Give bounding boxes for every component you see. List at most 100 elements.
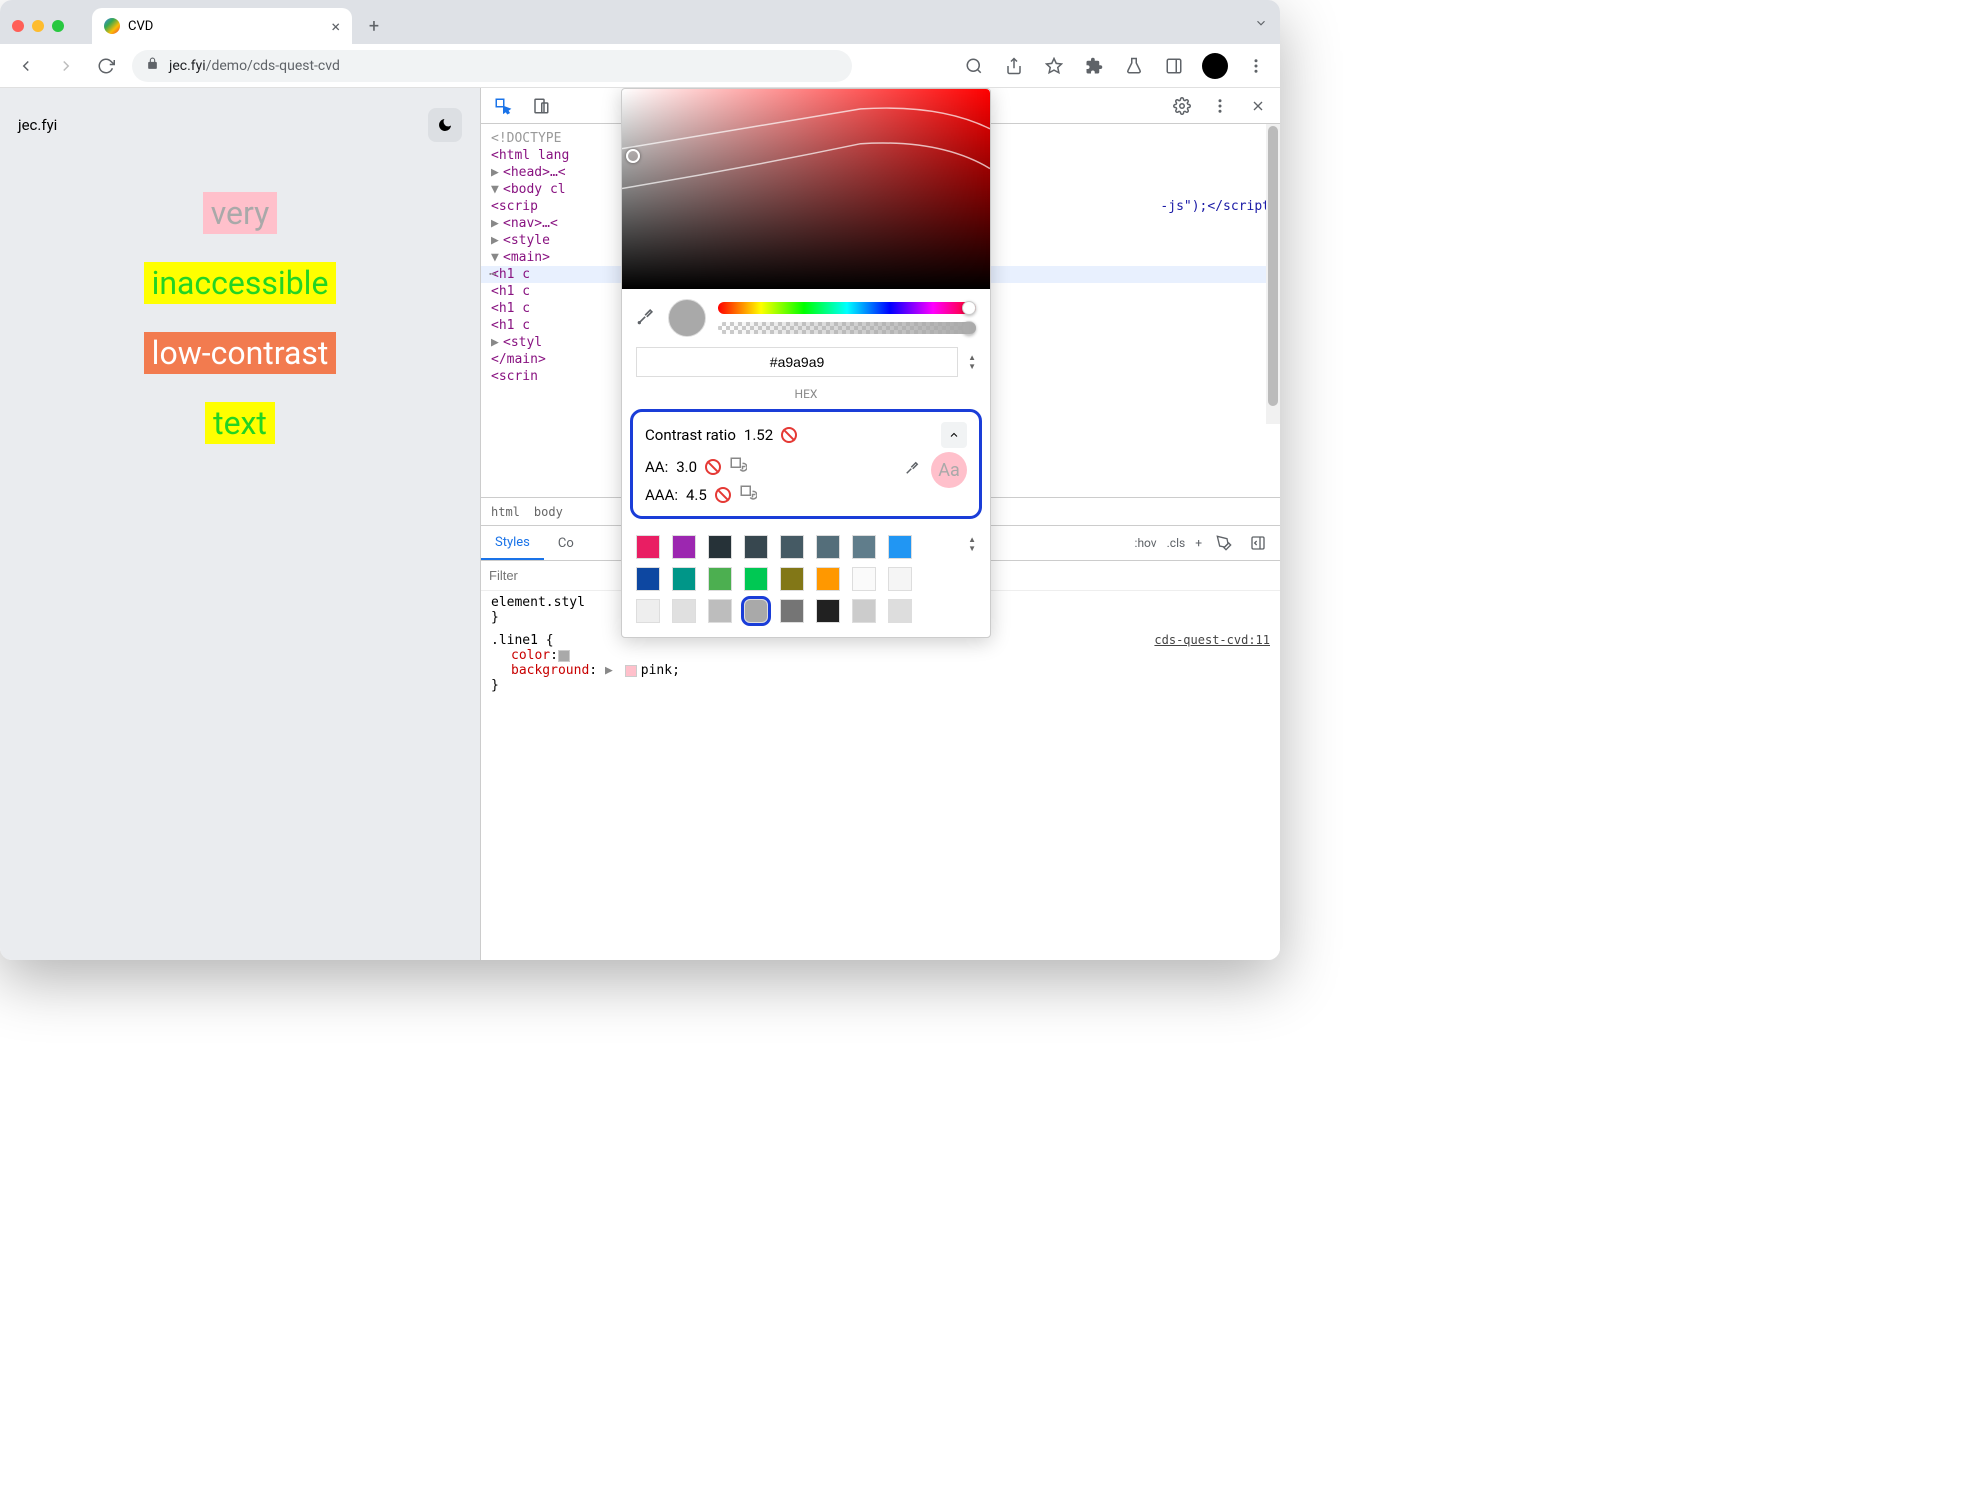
- bookmark-icon[interactable]: [1042, 54, 1066, 78]
- dom-html: <html lang: [491, 148, 569, 163]
- palette-swatch[interactable]: [672, 567, 696, 591]
- dom-style: <style: [503, 233, 550, 248]
- browser-tab[interactable]: CVD ×: [92, 8, 352, 44]
- menu-icon[interactable]: [1244, 54, 1268, 78]
- background-property[interactable]: background: ▶ pink;: [491, 663, 1270, 678]
- tab-styles[interactable]: Styles: [481, 526, 544, 560]
- palette-swatch[interactable]: [852, 599, 876, 623]
- aa-preview-badge: Aa: [931, 452, 967, 488]
- gradient-cursor[interactable]: [626, 149, 640, 163]
- palette-swatch[interactable]: [636, 599, 660, 623]
- new-style-button[interactable]: +: [1195, 536, 1202, 550]
- gradient-field[interactable]: [622, 89, 990, 289]
- traffic-lights: [12, 20, 64, 32]
- palette-swatch[interactable]: [744, 599, 768, 623]
- bg-eyedropper-icon[interactable]: [903, 459, 921, 481]
- tab-computed[interactable]: Co: [544, 526, 588, 560]
- hue-slider[interactable]: [718, 302, 976, 314]
- source-link[interactable]: cds-quest-cvd:11: [1154, 633, 1270, 647]
- dom-nav: <nav>…<: [503, 216, 558, 231]
- alpha-thumb[interactable]: [962, 321, 976, 335]
- breadcrumb-body[interactable]: body: [534, 505, 563, 519]
- forward-button[interactable]: [52, 52, 80, 80]
- back-button[interactable]: [12, 52, 40, 80]
- scrollbar-thumb[interactable]: [1268, 126, 1278, 406]
- color-property[interactable]: color:: [491, 648, 1270, 663]
- palette-swatch[interactable]: [708, 535, 732, 559]
- content-area: jec.fyi very inaccessible low-contrast t…: [0, 88, 1280, 960]
- element-style-selector: element.styl: [491, 595, 585, 610]
- window-maximize[interactable]: [52, 20, 64, 32]
- color-swatch[interactable]: [558, 650, 570, 662]
- hex-input[interactable]: [636, 347, 958, 377]
- cls-button[interactable]: .cls: [1167, 536, 1186, 550]
- inspect-icon[interactable]: [491, 94, 515, 118]
- tab-close-icon[interactable]: ×: [331, 17, 340, 36]
- reload-button[interactable]: [92, 52, 120, 80]
- collapse-contrast-icon[interactable]: [941, 422, 967, 448]
- scrollbar[interactable]: [1266, 124, 1280, 424]
- palette-swatch[interactable]: [816, 535, 840, 559]
- palette-swatch[interactable]: [744, 535, 768, 559]
- lock-icon: [146, 57, 159, 74]
- palette-swatch[interactable]: [780, 567, 804, 591]
- browser-toolbar: jec.fyi/demo/cds-quest-cvd: [0, 44, 1280, 88]
- rule-selector: .line1 {: [491, 633, 554, 648]
- palette-swatch[interactable]: [852, 535, 876, 559]
- reload-aa-icon[interactable]: [729, 456, 747, 478]
- palette-swatch[interactable]: [888, 567, 912, 591]
- dom-main: <main>: [503, 250, 550, 265]
- palette-swatch[interactable]: [744, 567, 768, 591]
- aa-label: AA:: [645, 458, 668, 476]
- extensions-icon[interactable]: [1082, 54, 1106, 78]
- palette-swatch[interactable]: [888, 535, 912, 559]
- demo-content: very inaccessible low-contrast text: [18, 192, 462, 444]
- palette-swatch[interactable]: [636, 535, 660, 559]
- palette-swatch[interactable]: [636, 567, 660, 591]
- profile-avatar[interactable]: [1202, 53, 1228, 79]
- styles-body[interactable]: element.styl } cds-quest-cvd:11 .line1 {…: [481, 591, 1280, 960]
- device-toggle-icon[interactable]: [529, 94, 553, 118]
- breadcrumb-html[interactable]: html: [491, 505, 520, 519]
- bg-swatch[interactable]: [625, 665, 637, 677]
- dom-main-close: </main>: [491, 352, 546, 367]
- palette-swatch[interactable]: [816, 599, 840, 623]
- dom-head: <head>…<: [503, 165, 566, 180]
- tabs-dropdown-icon[interactable]: [1254, 15, 1268, 34]
- hue-thumb[interactable]: [962, 301, 976, 315]
- sidepanel-icon[interactable]: [1162, 54, 1186, 78]
- palette-swatch[interactable]: [852, 567, 876, 591]
- share-icon[interactable]: [1002, 54, 1026, 78]
- labs-icon[interactable]: [1122, 54, 1146, 78]
- zoom-icon[interactable]: [962, 54, 986, 78]
- alpha-slider[interactable]: [718, 322, 976, 334]
- palette-swatch[interactable]: [888, 599, 912, 623]
- palette-swatch[interactable]: [708, 599, 732, 623]
- format-stepper[interactable]: ▲▼: [968, 353, 976, 371]
- palette-swatch[interactable]: [780, 599, 804, 623]
- reload-aaa-icon[interactable]: [739, 484, 757, 506]
- settings-icon[interactable]: [1170, 94, 1194, 118]
- browser-window: CVD × + jec.fyi/demo/cds-quest-cvd: [0, 0, 1280, 960]
- dark-mode-toggle[interactable]: [428, 108, 462, 142]
- palette-swatch[interactable]: [816, 567, 840, 591]
- new-tab-button[interactable]: +: [360, 12, 388, 40]
- palette-swatch[interactable]: [780, 535, 804, 559]
- brush-icon[interactable]: [1212, 531, 1236, 555]
- palette-swatch[interactable]: [672, 599, 696, 623]
- fail-icon: [705, 459, 721, 475]
- window-minimize[interactable]: [32, 20, 44, 32]
- sidebar-toggle-icon[interactable]: [1246, 531, 1270, 555]
- palette-swatch[interactable]: [672, 535, 696, 559]
- eyedropper-icon[interactable]: [636, 306, 656, 330]
- fail-icon: [781, 427, 797, 443]
- palette-swatch[interactable]: [708, 567, 732, 591]
- hov-button[interactable]: :hov: [1135, 536, 1157, 550]
- more-icon[interactable]: [1208, 94, 1232, 118]
- palette-stepper[interactable]: ▲▼: [968, 535, 976, 553]
- address-bar[interactable]: jec.fyi/demo/cds-quest-cvd: [132, 50, 852, 82]
- demo-line-1: very: [203, 192, 278, 234]
- contrast-label: Contrast ratio: [645, 426, 736, 444]
- devtools-close-icon[interactable]: [1246, 94, 1270, 118]
- window-close[interactable]: [12, 20, 24, 32]
